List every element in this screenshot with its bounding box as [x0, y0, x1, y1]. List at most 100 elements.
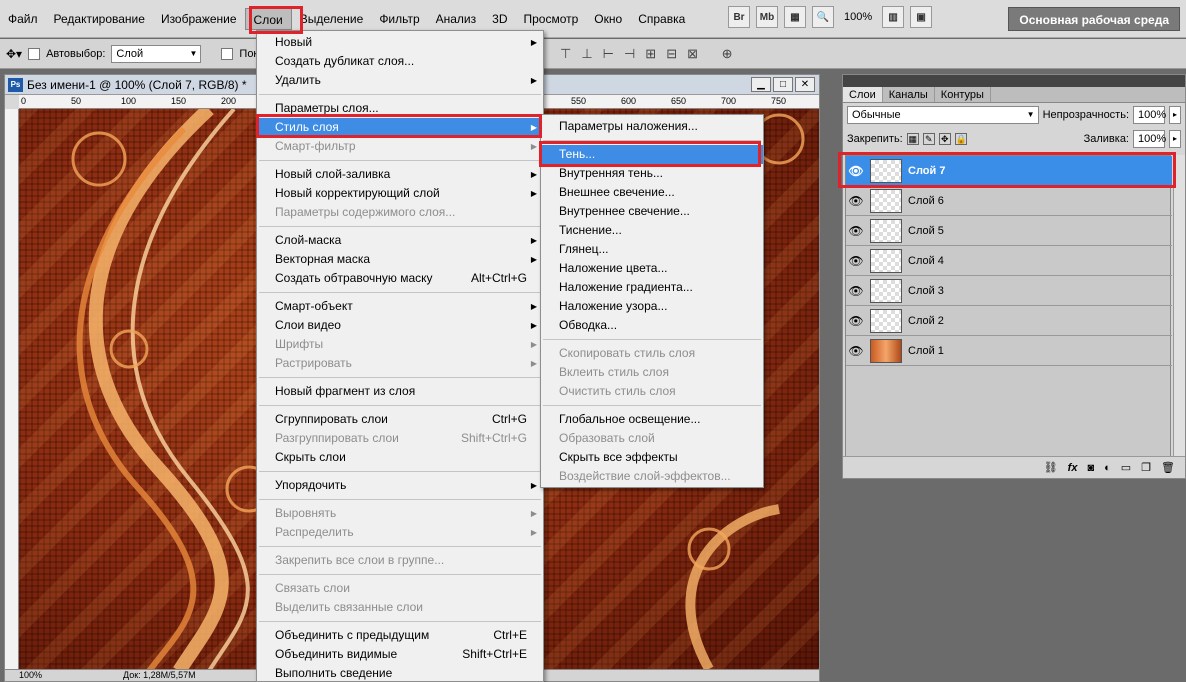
- style-menu-item[interactable]: Воздействие слой-эффектов...: [541, 467, 763, 486]
- layer-row-4[interactable]: 👁 Слой 4: [846, 246, 1172, 276]
- layers-menu-item[interactable]: Новый ▶: [257, 33, 543, 52]
- style-menu-item[interactable]: Параметры наложения...: [541, 117, 763, 136]
- eye-icon[interactable]: 👁: [846, 344, 866, 358]
- style-menu-item[interactable]: Обводка...: [541, 316, 763, 335]
- style-menu-item[interactable]: Вклеить стиль слоя: [541, 363, 763, 382]
- eye-icon[interactable]: 👁: [846, 194, 866, 208]
- opacity-arrow-icon[interactable]: ▸: [1169, 106, 1181, 124]
- status-zoom[interactable]: 100%: [19, 670, 42, 681]
- style-menu-item[interactable]: Внутренняя тень...: [541, 164, 763, 183]
- zoom-level[interactable]: 100%: [840, 11, 876, 23]
- layer-row-7[interactable]: 👁 Слой 7: [846, 156, 1172, 186]
- fill-input[interactable]: 100%: [1133, 130, 1166, 148]
- style-menu-item[interactable]: Наложение цвета...: [541, 259, 763, 278]
- opacity-input[interactable]: 100%: [1133, 106, 1166, 124]
- layers-scrollbar[interactable]: [1173, 155, 1185, 457]
- menu-filter[interactable]: Фильтр: [371, 8, 427, 30]
- lock-position-icon[interactable]: ✥: [938, 133, 951, 145]
- layers-menu-item[interactable]: Упорядочить ▶: [257, 476, 543, 495]
- layer-row-6[interactable]: 👁 Слой 6: [846, 186, 1172, 216]
- layers-menu-item[interactable]: Распределить ▶: [257, 523, 543, 542]
- menu-select[interactable]: Выделение: [292, 8, 372, 30]
- extras-icon[interactable]: ▦: [784, 6, 806, 28]
- layers-menu-item[interactable]: Связать слои: [257, 579, 543, 598]
- tab-paths[interactable]: Контуры: [935, 87, 991, 102]
- link-icon[interactable]: ⛓: [1044, 461, 1058, 474]
- new-layer-icon[interactable]: ❐: [1141, 461, 1151, 474]
- close-button[interactable]: ✕: [795, 77, 815, 92]
- arrange-icon[interactable]: ▥: [882, 6, 905, 28]
- blend-mode-select[interactable]: Обычные: [847, 106, 1039, 124]
- eye-icon[interactable]: 👁: [846, 224, 866, 238]
- align-icons[interactable]: ⊤⊥⊢⊣⊞⊟⊠ ⊕: [560, 46, 742, 62]
- layers-menu-item[interactable]: Новый фрагмент из слоя: [257, 382, 543, 401]
- layers-menu-item[interactable]: Объединить видимые Shift+Ctrl+E: [257, 645, 543, 664]
- menu-analysis[interactable]: Анализ: [428, 8, 485, 30]
- style-menu-item[interactable]: Тиснение...: [541, 221, 763, 240]
- style-menu-item[interactable]: Очистить стиль слоя: [541, 382, 763, 401]
- folder-icon[interactable]: ▭: [1121, 461, 1131, 474]
- autoselect-select[interactable]: Слой: [111, 44, 202, 63]
- layers-menu-item[interactable]: Выполнить сведение: [257, 664, 543, 682]
- layers-menu-item[interactable]: Создать дубликат слоя...: [257, 52, 543, 71]
- layers-menu-item[interactable]: Разгруппировать слои Shift+Ctrl+G: [257, 429, 543, 448]
- layers-menu-item[interactable]: Удалить ▶: [257, 71, 543, 90]
- style-menu-item[interactable]: Образовать слой: [541, 429, 763, 448]
- style-menu-item[interactable]: Тень...: [541, 145, 763, 164]
- lock-pixels-icon[interactable]: ✎: [922, 133, 935, 145]
- layers-menu-item[interactable]: Смарт-фильтр ▶: [257, 137, 543, 156]
- style-menu-item[interactable]: Наложение градиента...: [541, 278, 763, 297]
- menu-3d[interactable]: 3D: [484, 8, 515, 30]
- style-menu-item[interactable]: Скрыть все эффекты: [541, 448, 763, 467]
- workspace-button[interactable]: Основная рабочая среда: [1008, 7, 1180, 31]
- menu-file[interactable]: Файл: [0, 8, 46, 30]
- menu-view[interactable]: Просмотр: [515, 8, 586, 30]
- lock-transparency-icon[interactable]: ▦: [906, 133, 919, 145]
- mask-icon[interactable]: ◙: [1087, 462, 1094, 474]
- layers-menu-item[interactable]: Новый корректирующий слой ▶: [257, 184, 543, 203]
- menu-layers[interactable]: Слои: [244, 7, 292, 30]
- menu-window[interactable]: Окно: [586, 8, 630, 30]
- adjust-icon[interactable]: ◐: [1104, 462, 1111, 474]
- minibridge-icon[interactable]: Mb: [756, 6, 778, 28]
- trash-icon[interactable]: 🗑: [1161, 461, 1175, 474]
- layer-row-1[interactable]: 👁 Слой 1: [846, 336, 1172, 366]
- tab-channels[interactable]: Каналы: [883, 87, 935, 102]
- layer-row-5[interactable]: 👁 Слой 5: [846, 216, 1172, 246]
- style-menu-item[interactable]: Глянец...: [541, 240, 763, 259]
- layers-menu-item[interactable]: Слои видео ▶: [257, 316, 543, 335]
- menu-help[interactable]: Справка: [630, 8, 693, 30]
- maximize-button[interactable]: □: [773, 77, 793, 92]
- style-menu-item[interactable]: Глобальное освещение...: [541, 410, 763, 429]
- screen-mode-icon[interactable]: ▣: [910, 6, 933, 28]
- layers-menu-item[interactable]: Выровнять ▶: [257, 504, 543, 523]
- layers-menu-item[interactable]: Стиль слоя ▶: [257, 118, 543, 137]
- layers-menu-item[interactable]: Растрировать ▶: [257, 354, 543, 373]
- layers-menu-item[interactable]: Создать обтравочную маску Alt+Ctrl+G: [257, 269, 543, 288]
- eye-icon[interactable]: 👁: [846, 284, 866, 298]
- layer-row-2[interactable]: 👁 Слой 2: [846, 306, 1172, 336]
- layers-menu-item[interactable]: Смарт-объект ▶: [257, 297, 543, 316]
- layers-menu-item[interactable]: Сгруппировать слои Ctrl+G: [257, 410, 543, 429]
- zoom-icon[interactable]: 🔍: [812, 6, 834, 28]
- layers-menu-item[interactable]: Шрифты ▶: [257, 335, 543, 354]
- layers-menu-item[interactable]: Новый слой-заливка ▶: [257, 165, 543, 184]
- eye-icon[interactable]: 👁: [846, 164, 866, 178]
- layers-menu-item[interactable]: Выделить связанные слои: [257, 598, 543, 617]
- move-tool-icon[interactable]: ✥▾: [6, 47, 22, 61]
- eye-icon[interactable]: 👁: [846, 314, 866, 328]
- menu-image[interactable]: Изображение: [153, 8, 245, 30]
- bridge-icon[interactable]: Br: [728, 6, 750, 28]
- style-menu-item[interactable]: Внешнее свечение...: [541, 183, 763, 202]
- layers-menu-item[interactable]: Объединить с предыдущим Ctrl+E: [257, 626, 543, 645]
- layer-row-3[interactable]: 👁 Слой 3: [846, 276, 1172, 306]
- fx-icon[interactable]: fx: [1068, 462, 1078, 474]
- layers-menu-item[interactable]: Скрыть слои: [257, 448, 543, 467]
- style-menu-item[interactable]: Скопировать стиль слоя: [541, 344, 763, 363]
- panel-header[interactable]: [843, 75, 1185, 87]
- minimize-button[interactable]: ▁: [751, 77, 771, 92]
- layers-menu-item[interactable]: Закрепить все слои в группе...: [257, 551, 543, 570]
- layers-menu-item[interactable]: Векторная маска ▶: [257, 250, 543, 269]
- fill-arrow-icon[interactable]: ▸: [1169, 130, 1181, 148]
- menu-edit[interactable]: Редактирование: [46, 8, 153, 30]
